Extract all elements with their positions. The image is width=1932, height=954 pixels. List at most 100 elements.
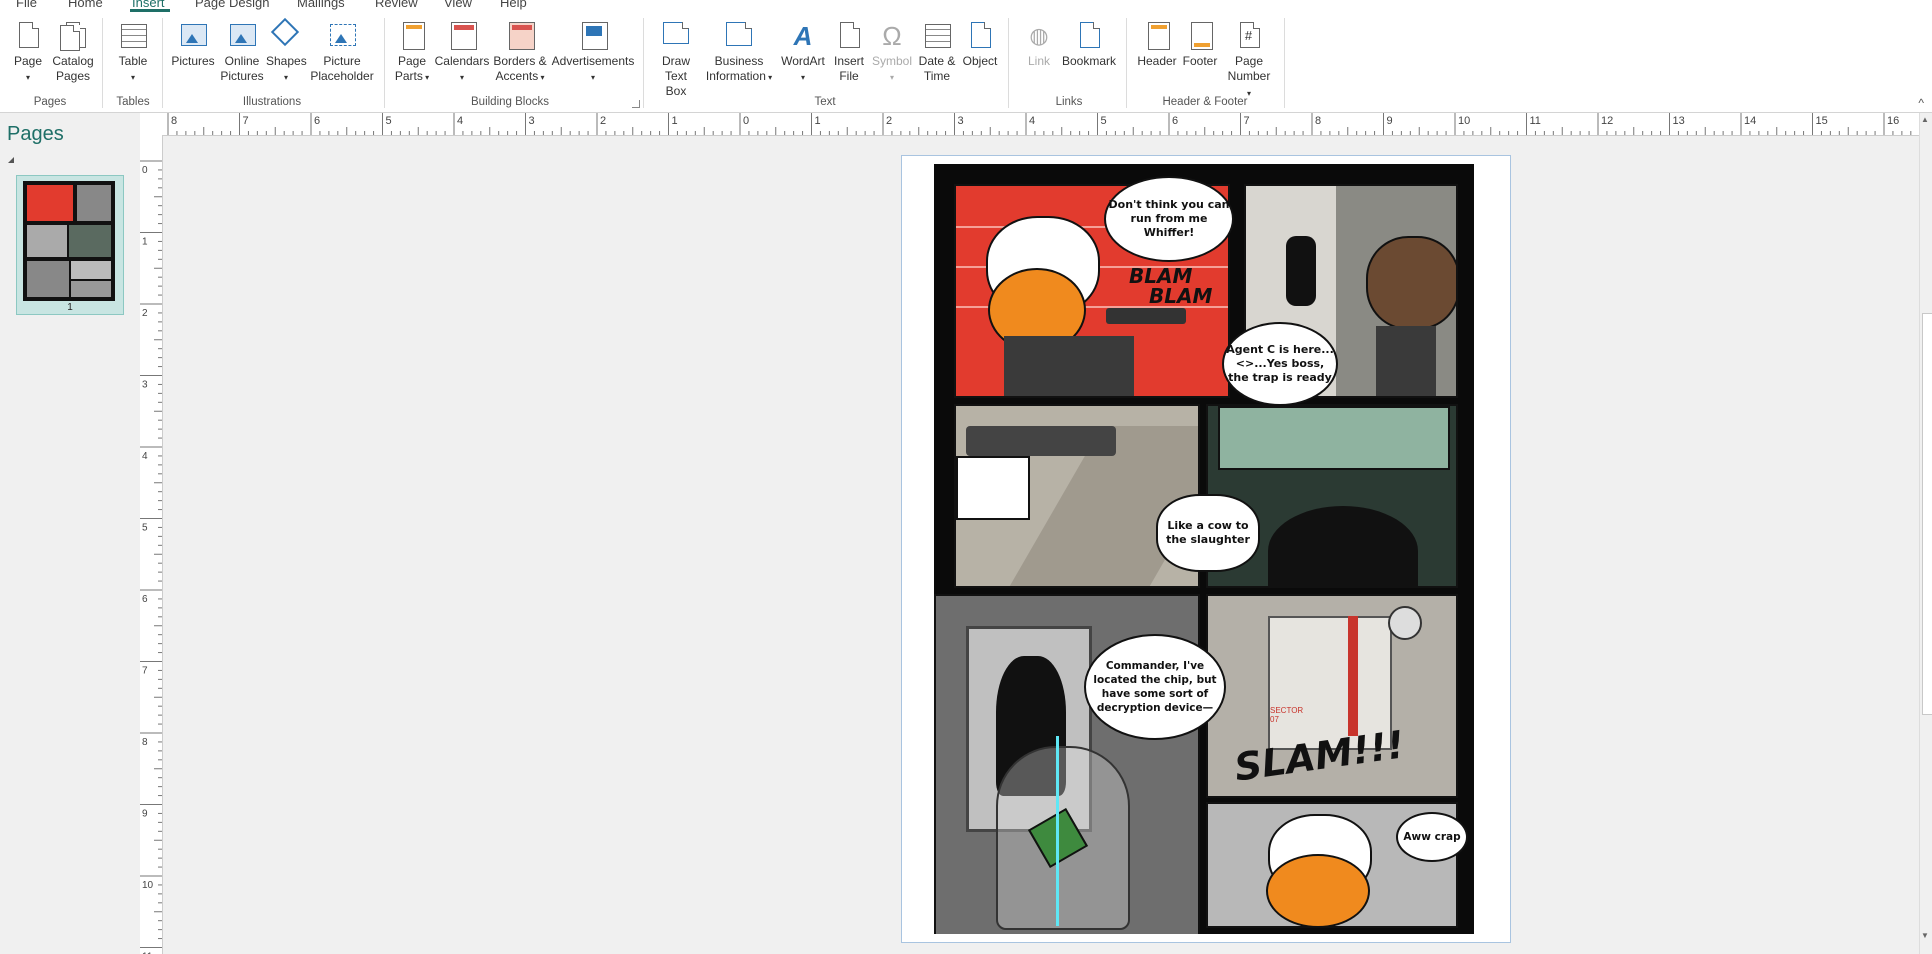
ribbon-tab-bar: File Home Insert Page Design Mailings Re… [0, 0, 1932, 12]
text-box-icon [661, 20, 691, 52]
group-label-illustrations: Illustrations [242, 96, 302, 108]
separator [1008, 18, 1009, 108]
ruler-label: 4 [1029, 115, 1035, 127]
group-label-tables: Tables [116, 96, 150, 108]
ruler-label: 11 [1530, 115, 1541, 127]
ruler-label: 6 [1172, 115, 1178, 127]
online-pictures-button[interactable]: Online Pictures [220, 20, 264, 84]
scroll-up-icon[interactable]: ▲ [1921, 115, 1929, 124]
tab-page-design[interactable]: Page Design [195, 0, 269, 10]
insert-file-button[interactable]: Insert File [830, 20, 868, 84]
publication-page[interactable]: Don't think you can run from me Whiffer!… [901, 155, 1511, 943]
horizontal-ruler[interactable]: 8 7 6 5 4 3 2 1 0 1 2 3 4 5 6 7 8 9 10 11 12 13 14 15 16 [140, 113, 1920, 136]
link-globe-icon: ◍ [1029, 23, 1049, 48]
pages-pane-title: Pages [7, 123, 64, 145]
tab-mailings[interactable]: Mailings [297, 0, 345, 10]
ruler-label: 3 [529, 115, 535, 127]
group-label-pages: Pages [33, 96, 67, 108]
ruler-label: 8 [171, 115, 177, 127]
catalog-pages-icon [58, 20, 88, 52]
ruler-label: 8 [1315, 115, 1321, 127]
ruler-label: 6 [142, 594, 148, 605]
bookmark-button[interactable]: Bookmark [1060, 20, 1118, 69]
comic-panel-3 [954, 404, 1200, 588]
pictures-button[interactable]: Pictures [170, 20, 216, 69]
pages-pane: Pages 1 [0, 113, 130, 954]
tab-view[interactable]: View [444, 0, 472, 10]
ribbon: Page ▾ Catalog Pages Pages Table ▾ Tables P… [0, 12, 1932, 113]
link-button[interactable]: ◍ Link [1020, 20, 1058, 69]
footer-icon [1185, 20, 1215, 52]
cow-snout-2 [1266, 854, 1370, 926]
tab-file[interactable]: File [16, 0, 37, 10]
table-icon [118, 20, 148, 52]
dialog-launcher-icon[interactable] [632, 100, 640, 108]
sfx-blam-2: BLAM [1149, 284, 1213, 308]
ruler-label: 3 [958, 115, 964, 127]
lightning [1056, 736, 1059, 926]
symbol-button[interactable]: Ω Symbol ▾ [870, 20, 914, 85]
separator [384, 18, 385, 108]
thought-bubble: Like a cow to the slaughter [1156, 494, 1260, 572]
borders-accents-icon [505, 20, 535, 52]
separator [1126, 18, 1127, 108]
shapes-icon [270, 17, 301, 52]
picture-placeholder-button[interactable]: Picture Placeholder [308, 20, 376, 84]
document-workspace[interactable]: Don't think you can run from me Whiffer!… [163, 136, 1919, 954]
group-label-links: Links [1055, 96, 1083, 108]
ruler-label: 3 [142, 380, 148, 391]
scroll-down-icon[interactable]: ▼ [1921, 931, 1929, 940]
ruler-label: 2 [142, 308, 148, 319]
comic-page-image[interactable]: Don't think you can run from me Whiffer!… [934, 164, 1474, 934]
draw-text-box-button[interactable]: Draw Text Box [654, 20, 698, 99]
tab-home[interactable]: Home [68, 0, 103, 10]
catalog-pages-button[interactable]: Catalog Pages [50, 20, 96, 84]
date-time-button[interactable]: Date & Time [916, 20, 958, 84]
tab-help[interactable]: Help [500, 0, 527, 10]
insert-file-icon [834, 20, 864, 52]
page-number-button[interactable]: # Page Number ▾ [1226, 20, 1272, 101]
page-parts-icon [397, 20, 427, 52]
ruler-label: 9 [142, 809, 148, 820]
ruler-label: 4 [457, 115, 463, 127]
vertical-scrollbar[interactable]: ▲ ▼ [1919, 113, 1932, 954]
ruler-label: 1 [672, 115, 678, 127]
ruler-label: 0 [743, 115, 749, 127]
calendar-clock-icon [922, 20, 952, 52]
ruler-label: 8 [142, 737, 148, 748]
wordart-button[interactable]: A WordArt ▾ [778, 20, 828, 85]
page-icon [13, 20, 43, 52]
calendars-button[interactable]: Calendars ▾ [434, 20, 490, 85]
pictures-icon [178, 20, 208, 52]
calendars-icon [447, 20, 477, 52]
page-parts-button[interactable]: Page Parts ▾ [392, 20, 432, 85]
horizontal-ruler-ticks: 8 7 6 5 4 3 2 1 0 1 2 3 4 5 6 7 8 9 10 11 12 13 14 15 16 [167, 113, 1912, 135]
separator [162, 18, 163, 108]
picture-placeholder-icon [327, 20, 357, 52]
ruler-label: 4 [142, 451, 148, 462]
table-button[interactable]: Table ▾ [113, 20, 153, 85]
page-button[interactable]: Page ▾ [10, 20, 46, 85]
collapse-triangle-icon[interactable] [8, 157, 14, 163]
collapse-ribbon-icon[interactable]: ^ [1918, 96, 1924, 110]
footer-button[interactable]: Footer [1180, 20, 1220, 69]
ruler-label: 1 [142, 237, 148, 248]
page-thumbnail[interactable]: 1 [16, 175, 124, 315]
ruler-label: 10 [142, 880, 154, 891]
scrollbar-thumb[interactable] [1922, 313, 1932, 715]
advertisements-button[interactable]: Advertisements ▾ [550, 20, 636, 85]
shapes-button[interactable]: Shapes ▾ [266, 17, 307, 85]
ruler-label: 7 [1244, 115, 1250, 127]
ruler-label: 5 [142, 523, 148, 534]
speech-bubble-4: Commander, I've located the chip, but ha… [1084, 634, 1226, 740]
sector-sign: SECTOR 07 [1270, 706, 1304, 724]
header-button[interactable]: Header [1136, 20, 1178, 69]
ruler-label: 10 [1458, 115, 1470, 127]
vertical-ruler[interactable]: 01234567891011 [140, 135, 163, 954]
business-information-button[interactable]: Business Information ▾ [700, 20, 778, 85]
object-button[interactable]: Object [958, 20, 1002, 69]
tab-review[interactable]: Review [375, 0, 418, 10]
borders-accents-button[interactable]: Borders & Accents ▾ [492, 20, 548, 85]
ruler-label: 9 [1387, 115, 1393, 127]
vertical-ruler-ticks: 01234567891011 [140, 160, 162, 954]
